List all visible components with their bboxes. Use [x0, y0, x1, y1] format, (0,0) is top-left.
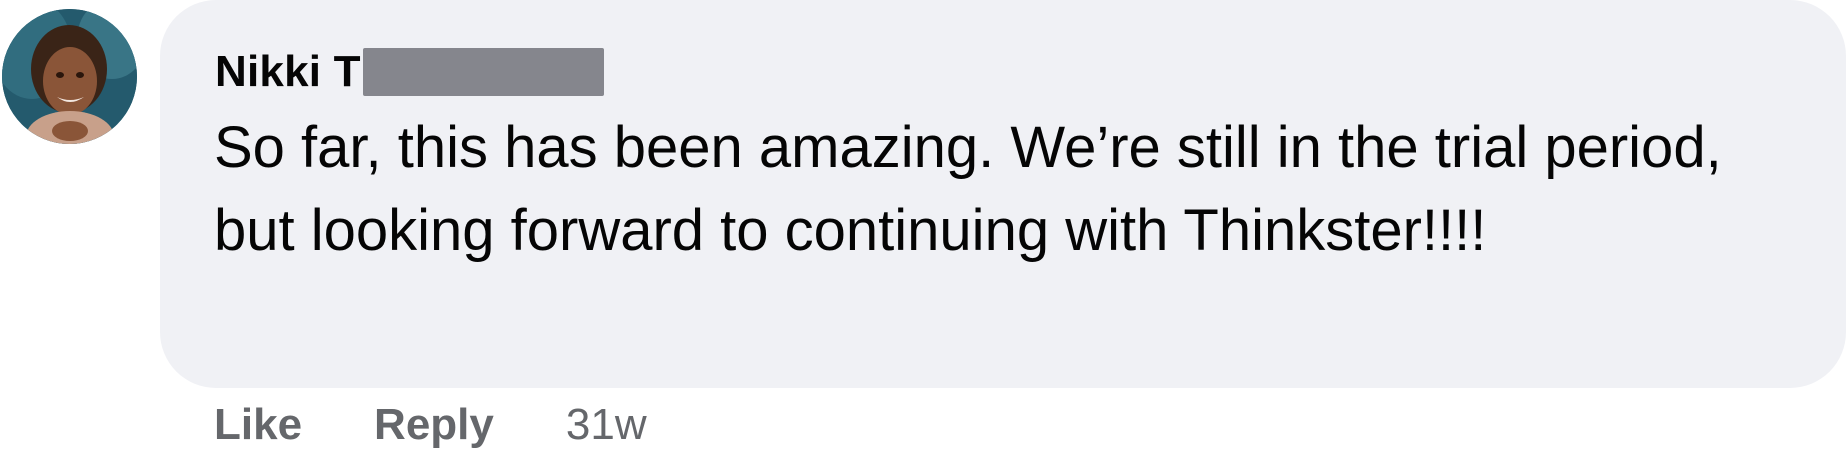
comment-actions: Like Reply 31w [214, 398, 647, 452]
profile-photo-icon [2, 9, 137, 144]
comment-text: So far, this has been amazing. We’re sti… [214, 115, 1722, 263]
author-name[interactable]: Nikki T [215, 47, 361, 97]
redacted-surname [362, 48, 604, 96]
avatar[interactable] [2, 9, 137, 144]
comment-author[interactable]: Nikki T [215, 44, 604, 100]
comment-timestamp[interactable]: 31w [566, 400, 647, 450]
like-button[interactable]: Like [214, 400, 302, 450]
reply-button[interactable]: Reply [374, 400, 494, 450]
